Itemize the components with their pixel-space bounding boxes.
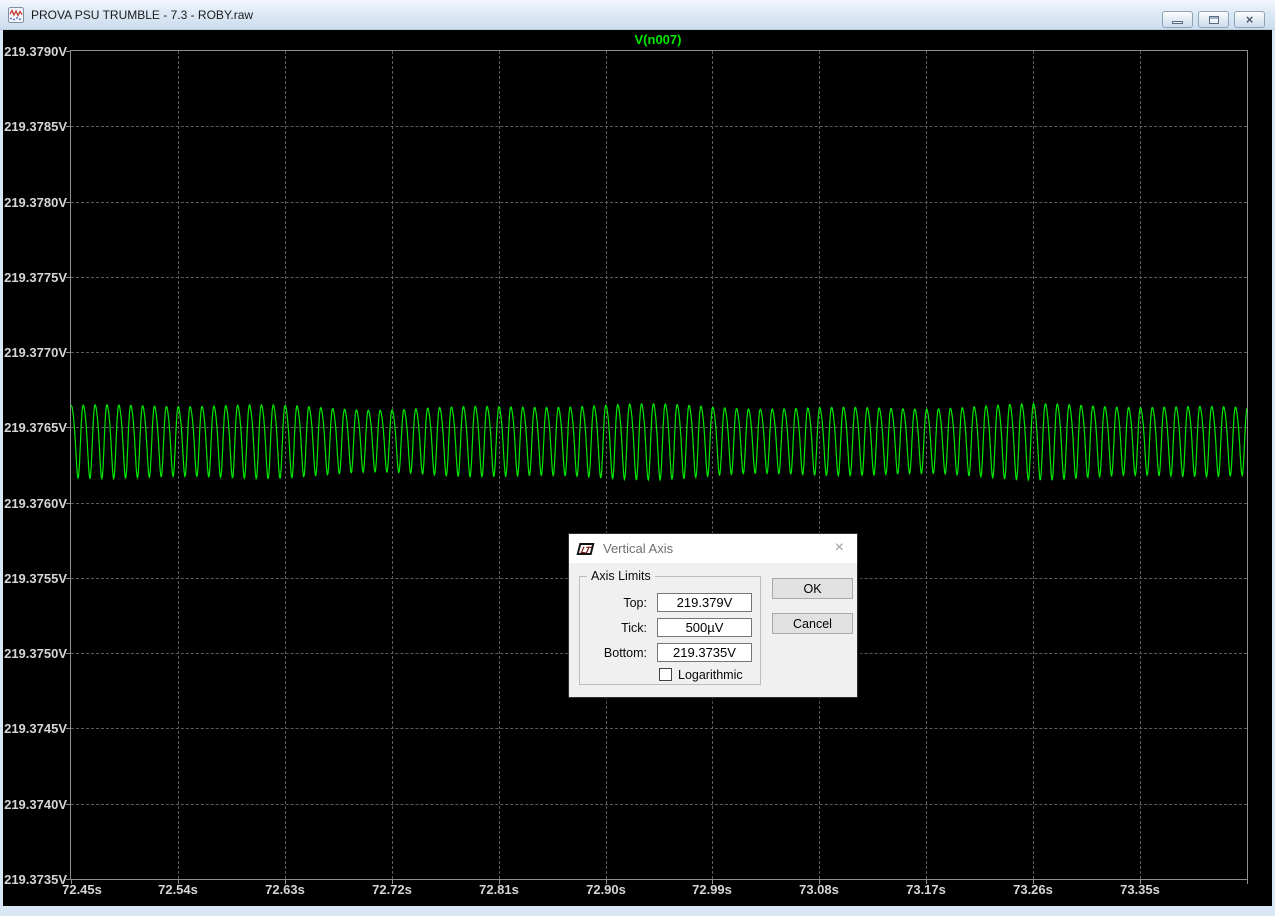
top-field-input[interactable]	[657, 593, 752, 612]
minimize-icon	[1172, 21, 1183, 24]
y-tick-label: 219.3750V	[4, 646, 67, 661]
logarithmic-checkbox[interactable]	[659, 668, 672, 681]
close-icon: ×	[1245, 12, 1254, 27]
app-icon	[8, 6, 24, 23]
restore-button[interactable]	[1198, 11, 1229, 28]
close-button[interactable]: ×	[1234, 11, 1265, 28]
cancel-button[interactable]: Cancel	[772, 613, 853, 634]
x-tick-label: 72.81s	[479, 882, 519, 897]
y-tick-label: 219.3745V	[4, 721, 67, 736]
y-tick-label: 219.3790V	[4, 44, 67, 59]
x-tick-label: 72.54s	[158, 882, 198, 897]
y-tick-label: 219.3775V	[4, 270, 67, 285]
tick-field-label: Tick:	[621, 621, 647, 635]
x-tick-label: 73.17s	[906, 882, 946, 897]
x-tick-label: 73.35s	[1120, 882, 1160, 897]
plot-client-area: V(n007) LT Vertical Axis × Axis Limits T…	[3, 30, 1272, 906]
x-tick-label: 72.63s	[265, 882, 305, 897]
ltspice-waveform-window: PROVA PSU TRUMBLE - 7.3 - ROBY.raw × V(n…	[0, 0, 1275, 916]
x-tick-label: 73.08s	[799, 882, 839, 897]
ok-button[interactable]: OK	[772, 578, 853, 599]
y-tick-label: 219.3760V	[4, 496, 67, 511]
axis-limits-label: Axis Limits	[587, 569, 655, 583]
restore-icon	[1208, 15, 1219, 24]
window-controls: ×	[1162, 11, 1265, 28]
dialog-titlebar[interactable]: LT Vertical Axis ×	[569, 534, 857, 563]
logarithmic-label: Logarithmic	[678, 668, 743, 682]
y-tick-label: 219.3770V	[4, 345, 67, 360]
tick-field-input[interactable]	[657, 618, 752, 637]
dialog-title: Vertical Axis	[603, 541, 674, 556]
minimize-button[interactable]	[1162, 11, 1193, 28]
x-tick-label: 72.90s	[586, 882, 626, 897]
top-field-label: Top:	[623, 596, 647, 610]
x-tick-label: 72.72s	[372, 882, 412, 897]
window-title: PROVA PSU TRUMBLE - 7.3 - ROBY.raw	[31, 7, 254, 22]
y-tick-label: 219.3735V	[4, 872, 67, 887]
x-axis-tick	[1247, 880, 1248, 884]
y-tick-label: 219.3740V	[4, 797, 67, 812]
dialog-close-icon[interactable]: ×	[835, 539, 844, 557]
x-tick-label: 73.26s	[1013, 882, 1053, 897]
y-tick-label: 219.3755V	[4, 571, 67, 586]
trace-legend-label[interactable]: V(n007)	[558, 32, 758, 47]
x-tick-label: 72.99s	[692, 882, 732, 897]
plot-area[interactable]	[70, 50, 1248, 880]
bottom-field-label: Bottom:	[603, 646, 647, 660]
bottom-field-input[interactable]	[657, 643, 752, 662]
y-tick-label: 219.3780V	[4, 195, 67, 210]
window-titlebar[interactable]: PROVA PSU TRUMBLE - 7.3 - ROBY.raw ×	[0, 0, 1275, 30]
ltspice-logo-icon: LT	[576, 542, 595, 555]
y-tick-label: 219.3785V	[4, 119, 67, 134]
waveform-trace	[71, 402, 1247, 482]
y-tick-label: 219.3765V	[4, 420, 67, 435]
vertical-axis-dialog: LT Vertical Axis × Axis Limits Top: Tick…	[568, 533, 858, 698]
